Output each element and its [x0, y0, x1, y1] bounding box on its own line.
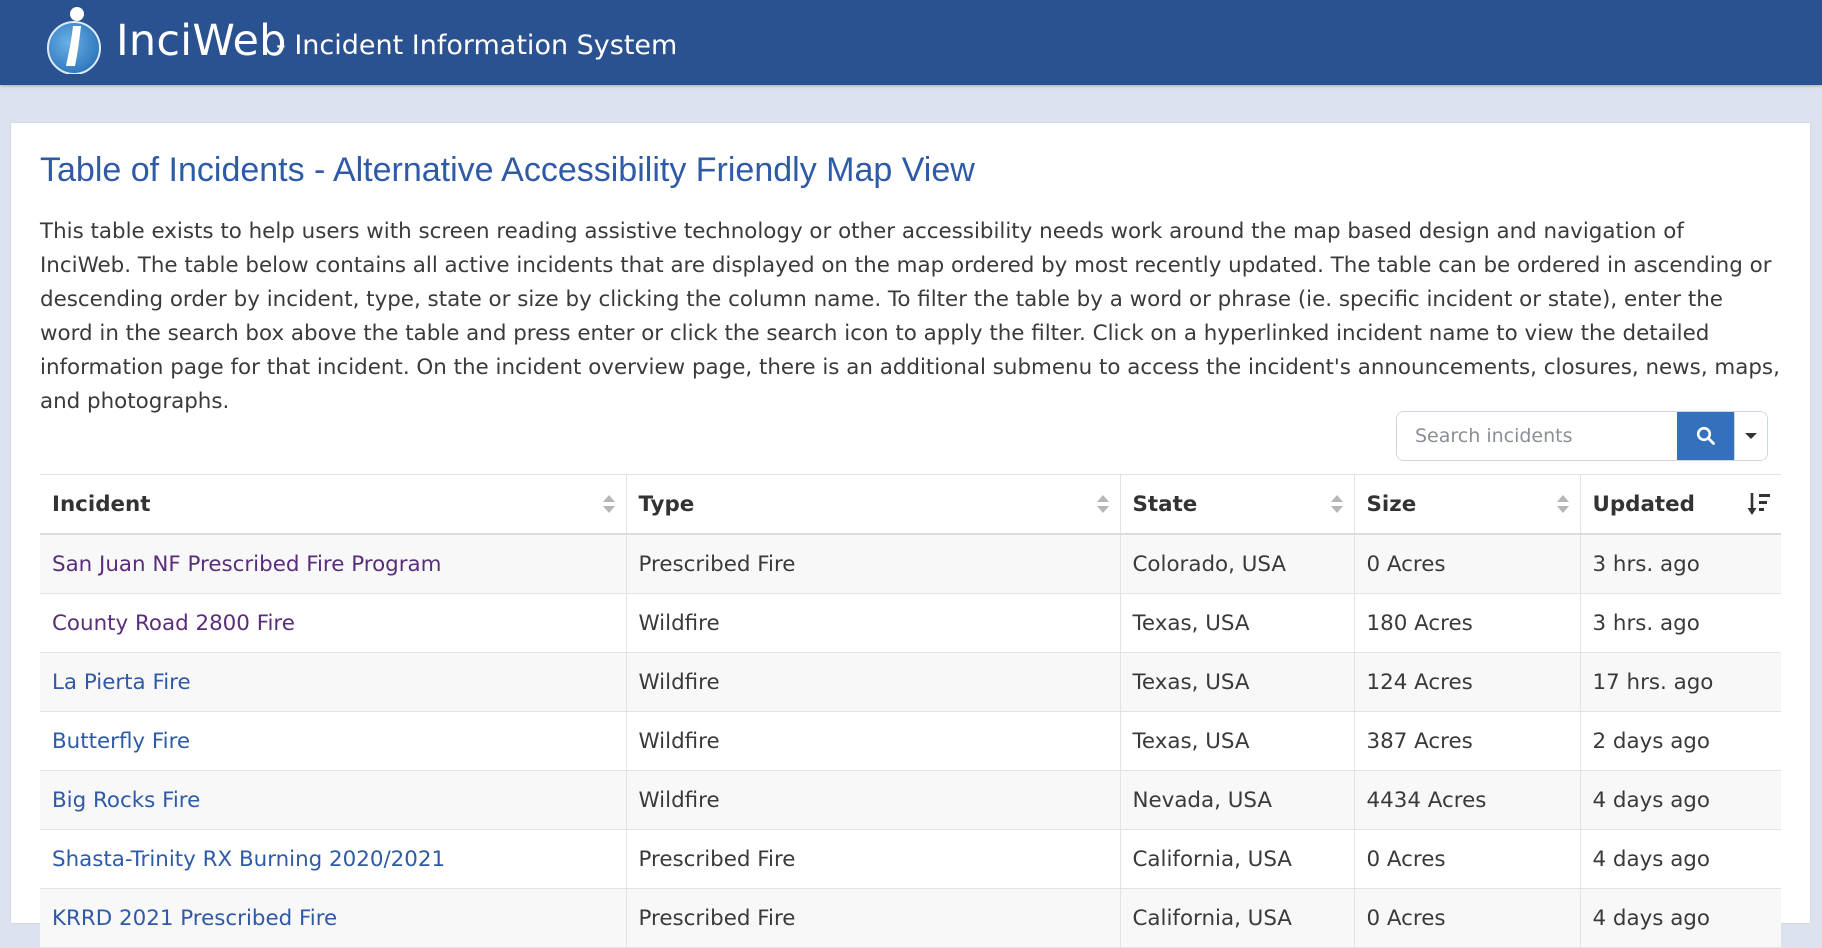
cell-updated: 17 hrs. ago — [1580, 652, 1781, 712]
cell-updated: 2 days ago — [1580, 711, 1781, 771]
cell-type: Prescribed Fire — [626, 829, 1121, 889]
cell-updated: 4 days ago — [1580, 770, 1781, 830]
cell-state: California, USA — [1120, 888, 1355, 948]
incident-link[interactable]: Butterfly Fire — [52, 729, 190, 754]
incident-link[interactable]: KRRD 2021 Prescribed Fire — [52, 906, 337, 931]
cell-state: Colorado, USA — [1120, 534, 1355, 594]
incident-link[interactable]: La Pierta Fire — [52, 670, 191, 695]
content-panel: Table of Incidents - Alternative Accessi… — [11, 123, 1810, 948]
cell-type: Prescribed Fire — [626, 888, 1121, 948]
cell-incident: Butterfly Fire — [40, 711, 627, 771]
incidents-table: Incident Type State Size Updated San Juan NF… — [40, 474, 1781, 948]
cell-updated: 4 days ago — [1580, 829, 1781, 889]
cell-size: 387 Acres — [1354, 711, 1581, 771]
search-group — [1396, 411, 1768, 461]
cell-incident: San Juan NF Prescribed Fire Program — [40, 534, 627, 594]
cell-size: 0 Acres — [1354, 888, 1581, 948]
sort-descending-icon — [1747, 493, 1770, 515]
cell-size: 180 Acres — [1354, 593, 1581, 653]
cell-incident: Big Rocks Fire — [40, 770, 627, 830]
column-header-label: State — [1132, 491, 1198, 517]
search-icon — [1696, 426, 1715, 445]
cell-size: 4434 Acres — [1354, 770, 1581, 830]
cell-type: Wildfire — [626, 711, 1121, 771]
column-header-label: Type — [638, 491, 695, 517]
table-row: Butterfly Fire Wildfire Texas, USA 387 Acre… — [40, 711, 1781, 771]
intro-paragraph: This table exists to help users with scr… — [40, 219, 1780, 414]
cell-type: Wildfire — [626, 593, 1121, 653]
incident-link[interactable]: San Juan NF Prescribed Fire Program — [52, 552, 441, 577]
sort-icon — [1556, 495, 1569, 513]
table-row: County Road 2800 Fire Wildfire Texas, USA 1… — [40, 593, 1781, 653]
cell-size: 0 Acres — [1354, 829, 1581, 889]
incident-link[interactable]: Shasta-Trinity RX Burning 2020/2021 — [52, 847, 445, 872]
table-header-row: Incident Type State Size Updated — [40, 474, 1781, 535]
incident-link[interactable]: Big Rocks Fire — [52, 788, 200, 813]
sort-icon — [1330, 495, 1343, 513]
column-header-state[interactable]: State — [1120, 474, 1355, 535]
sort-icon — [602, 495, 615, 513]
cell-incident: La Pierta Fire — [40, 652, 627, 712]
cell-state: Texas, USA — [1120, 652, 1355, 712]
cell-type: Wildfire — [626, 652, 1121, 712]
column-header-type[interactable]: Type — [626, 474, 1121, 535]
caret-down-icon — [1745, 433, 1757, 439]
top-header: InciWeb - Incident Information System — [0, 0, 1822, 85]
cell-updated: 4 days ago — [1580, 888, 1781, 948]
cell-state: Texas, USA — [1120, 711, 1355, 771]
table-row: KRRD 2021 Prescribed Fire Prescribed Fire… — [40, 888, 1781, 948]
table-row: Shasta-Trinity RX Burning 2020/2021 Presc… — [40, 829, 1781, 889]
cell-state: Texas, USA — [1120, 593, 1355, 653]
table-row: La Pierta Fire Wildfire Texas, USA 124 Acre… — [40, 652, 1781, 712]
cell-type: Prescribed Fire — [626, 534, 1121, 594]
cell-state: Nevada, USA — [1120, 770, 1355, 830]
cell-state: California, USA — [1120, 829, 1355, 889]
column-header-label: Updated — [1592, 491, 1695, 517]
column-header-updated[interactable]: Updated — [1580, 474, 1781, 535]
table-body: San Juan NF Prescribed Fire Program Presc… — [40, 534, 1781, 948]
column-header-incident[interactable]: Incident — [40, 474, 627, 535]
incident-link[interactable]: County Road 2800 Fire — [52, 611, 295, 636]
search-input[interactable] — [1397, 412, 1677, 460]
cell-updated: 3 hrs. ago — [1580, 593, 1781, 653]
brand-name[interactable]: InciWeb — [116, 16, 287, 66]
cell-incident: KRRD 2021 Prescribed Fire — [40, 888, 627, 948]
column-header-size[interactable]: Size — [1354, 474, 1581, 535]
cell-size: 124 Acres — [1354, 652, 1581, 712]
table-row: San Juan NF Prescribed Fire Program Presc… — [40, 534, 1781, 594]
sort-icon — [1096, 495, 1109, 513]
cell-updated: 3 hrs. ago — [1580, 534, 1781, 594]
search-options-dropdown[interactable] — [1734, 412, 1767, 460]
column-header-label: Incident — [52, 491, 151, 517]
cell-type: Wildfire — [626, 770, 1121, 830]
cell-incident: County Road 2800 Fire — [40, 593, 627, 653]
search-button[interactable] — [1677, 412, 1734, 460]
column-header-label: Size — [1366, 491, 1417, 517]
brand-subtitle: - Incident Information System — [276, 30, 678, 61]
inciweb-logo-icon[interactable] — [44, 4, 104, 74]
table-row: Big Rocks Fire Wildfire Nevada, USA 4434 Ac… — [40, 770, 1781, 830]
cell-size: 0 Acres — [1354, 534, 1581, 594]
page-title: Table of Incidents - Alternative Accessi… — [40, 151, 975, 189]
cell-incident: Shasta-Trinity RX Burning 2020/2021 — [40, 829, 627, 889]
